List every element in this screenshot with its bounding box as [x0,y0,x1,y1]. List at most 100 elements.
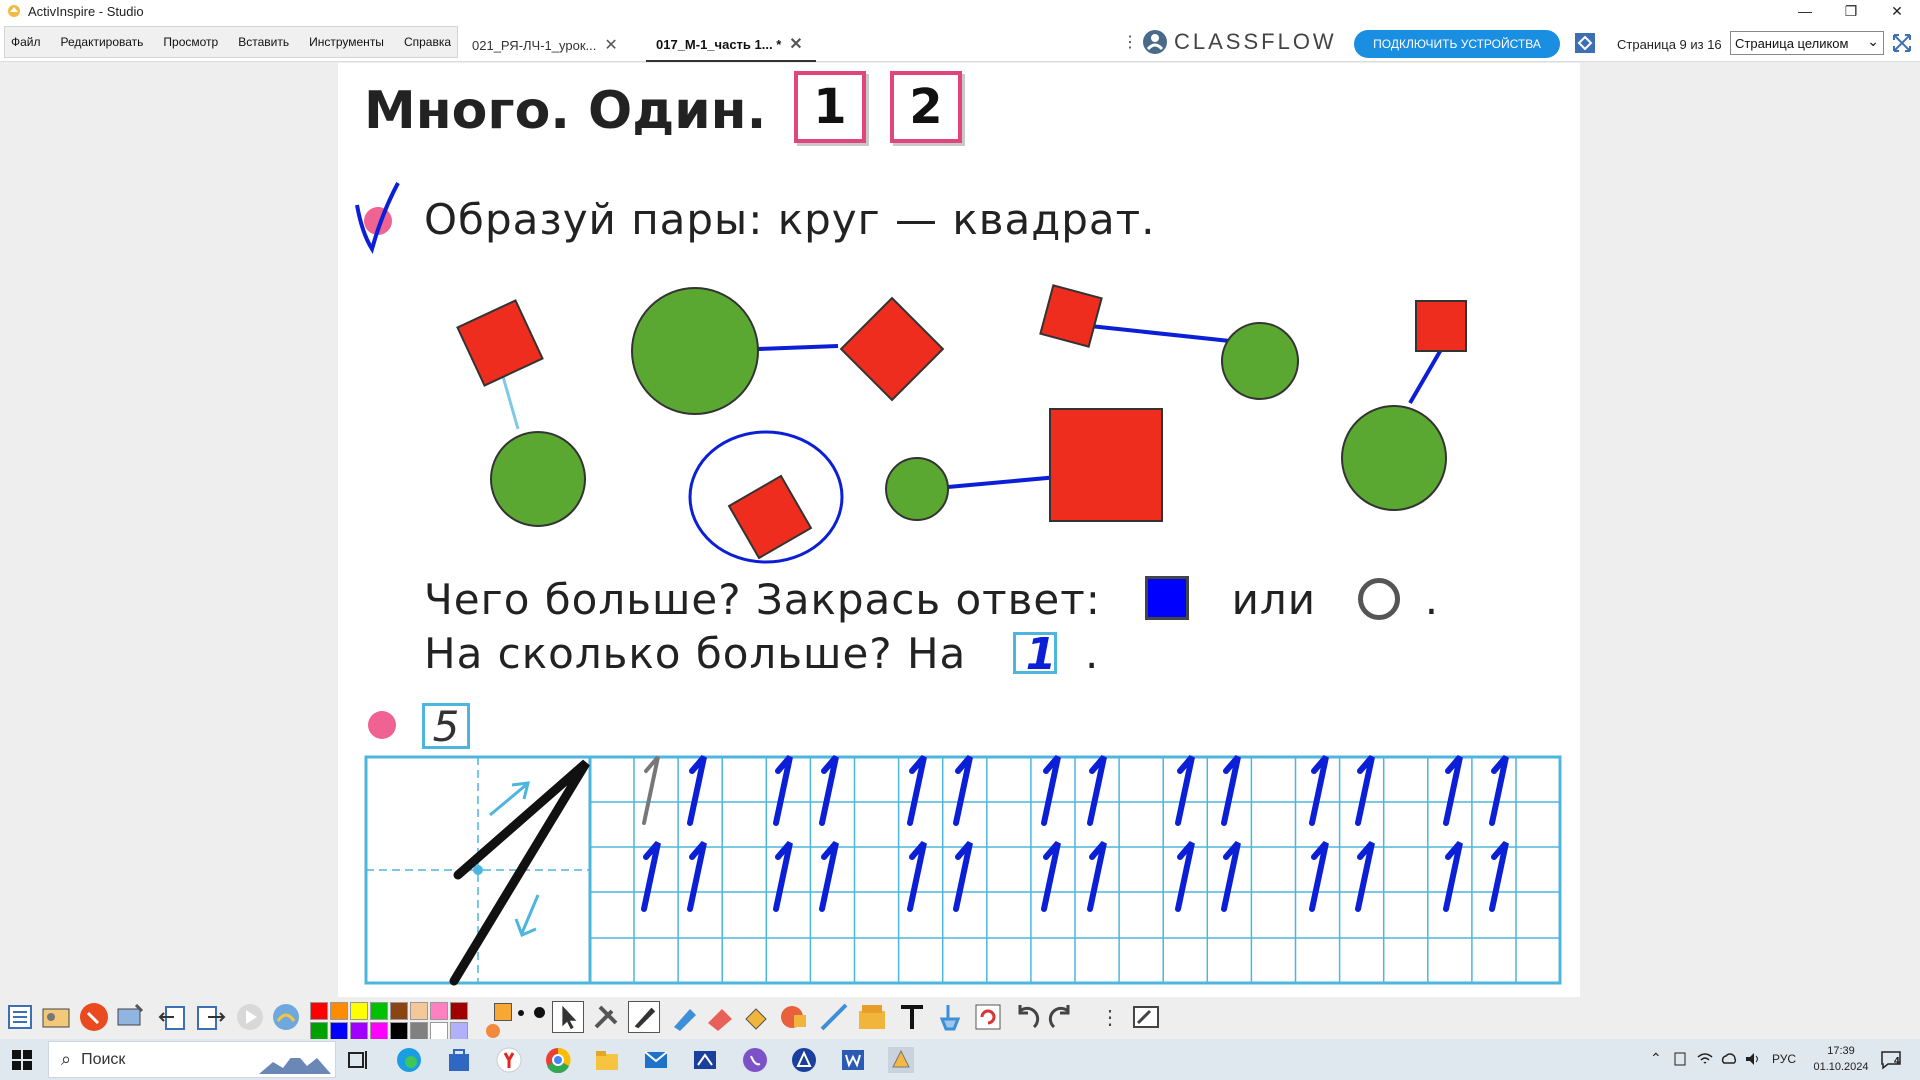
color-swatch[interactable] [330,1002,348,1020]
close-window-button[interactable]: ✕ [1874,0,1920,22]
color-swatch[interactable] [310,1002,328,1020]
notification-count: 4 [1894,1056,1900,1067]
menu-file[interactable]: Файл [11,35,41,49]
color-swatch[interactable] [410,1022,428,1040]
select-tool-icon[interactable] [552,1001,584,1033]
file-explorer-icon[interactable] [594,1047,620,1073]
color-swatch[interactable] [310,1022,328,1040]
desktop-annotate-icon[interactable] [270,1001,302,1033]
word-icon[interactable] [840,1047,866,1073]
red-square[interactable] [1415,300,1467,352]
color-swatch[interactable] [390,1022,408,1040]
browser-tool-icon[interactable] [114,1001,146,1033]
classflow-icon [1143,30,1167,54]
customize-toolbar-icon[interactable] [1130,1001,1162,1033]
input-language[interactable]: РУС [1772,1052,1796,1066]
close-icon[interactable]: ✕ [789,34,802,54]
clock-time: 17:39 [1827,1045,1855,1057]
app-icon-blue[interactable] [692,1047,718,1073]
restore-button[interactable]: ❐ [1828,0,1874,22]
pen-color-dot[interactable] [486,1024,500,1038]
next-page-icon[interactable] [194,1001,226,1033]
record-icon[interactable] [78,1001,110,1033]
chrome-icon[interactable] [545,1047,571,1073]
red-square-circled[interactable] [727,474,813,560]
mail-icon[interactable] [643,1047,669,1073]
app-icon-triangle[interactable] [791,1047,817,1073]
zoom-select[interactable]: Страница целиком ⌄ [1730,31,1884,55]
more-tools-icon[interactable]: ⋮ [1100,1005,1120,1030]
store-icon[interactable] [446,1047,472,1073]
color-swatch[interactable] [350,1002,368,1020]
fill-icon[interactable] [740,1001,772,1033]
flipchart-page[interactable]: Много. Один. 1 2 Образуй пары: круг — кв… [338,63,1580,997]
clear-icon[interactable] [934,1001,966,1033]
page-browser-icon[interactable] [1574,32,1596,54]
cloud-icon[interactable] [1720,1051,1738,1067]
green-circle[interactable] [1341,405,1447,511]
tab-flipchart-2[interactable]: 017_М-1_часть 1... * ✕ [646,28,816,62]
tab-label: 021_РЯ-ЛЧ-1_урок... [472,37,597,53]
task-view-icon[interactable] [346,1047,372,1073]
device-icon[interactable] [1672,1051,1688,1067]
color-swatch[interactable] [330,1022,348,1040]
color-swatch[interactable] [410,1002,428,1020]
redo-icon[interactable] [1046,1001,1078,1033]
previous-page-icon[interactable] [158,1001,190,1033]
red-square[interactable] [1049,408,1163,522]
connector-icon[interactable] [818,1001,850,1033]
viber-icon[interactable] [742,1047,768,1073]
color-swatch[interactable] [450,1002,468,1020]
windows-start-icon[interactable] [12,1050,32,1070]
volume-icon[interactable] [1744,1051,1762,1067]
green-circle[interactable] [490,431,586,527]
green-circle[interactable] [1221,322,1299,400]
color-swatch[interactable] [390,1002,408,1020]
color-swatch[interactable] [370,1022,388,1040]
yandex-icon[interactable] [496,1047,522,1073]
red-square[interactable] [1039,284,1103,348]
menu-view[interactable]: Просмотр [163,35,218,49]
notification-center[interactable]: 4 [1880,1048,1906,1072]
red-square[interactable] [839,296,945,402]
resource-library-icon[interactable] [856,1001,888,1033]
main-menu-icon[interactable] [4,1001,36,1033]
tab-flipchart-1[interactable]: 021_РЯ-ЛЧ-1_урок... ✕ [462,28,636,62]
color-swatch[interactable] [350,1022,368,1040]
color-swatch[interactable] [370,1002,388,1020]
color-swatch[interactable] [430,1022,448,1040]
connect-devices-button[interactable]: ПОДКЛЮЧИТЬ УСТРОЙСТВА [1354,30,1560,58]
menu-tools[interactable]: Инструменты [309,35,384,49]
highlighter-icon[interactable] [668,1001,700,1033]
text-tool-icon[interactable] [896,1001,928,1033]
pen-width-small[interactable] [518,1010,524,1016]
green-circle[interactable] [631,287,759,415]
tools-icon[interactable] [590,1001,622,1033]
close-icon[interactable]: ✕ [604,35,617,55]
minimize-button[interactable]: — [1782,0,1828,22]
shape-icon[interactable] [778,1001,810,1033]
pen-size-swatch[interactable] [494,1003,512,1021]
show-hidden-icons-icon[interactable]: ⌃ [1650,1050,1662,1067]
fullscreen-icon[interactable] [1892,33,1912,53]
pen-tool-icon[interactable] [628,1001,660,1033]
pen-width-large[interactable] [534,1007,545,1018]
menu-help[interactable]: Справка [404,35,451,49]
dashboard-icon[interactable] [40,1001,72,1033]
activinspire-taskbar-icon[interactable] [888,1047,914,1073]
color-swatch[interactable] [450,1022,468,1040]
play-icon[interactable] [234,1001,266,1033]
reset-page-icon[interactable] [972,1001,1004,1033]
wifi-icon[interactable] [1696,1051,1714,1067]
undo-icon[interactable] [1010,1001,1042,1033]
color-swatch[interactable] [430,1002,448,1020]
taskbar-search[interactable]: ⌕ Поиск [48,1041,336,1078]
red-square[interactable] [456,299,544,387]
menu-insert[interactable]: Вставить [238,35,289,49]
menu-edit[interactable]: Редактировать [61,35,144,49]
edge-icon[interactable] [396,1047,422,1073]
taskbar-clock[interactable]: 17:39 01.10.2024 [1806,1043,1876,1075]
eraser-icon[interactable] [704,1001,736,1033]
green-circle[interactable] [885,457,949,521]
more-options-icon[interactable]: ⋮ [1122,32,1138,52]
